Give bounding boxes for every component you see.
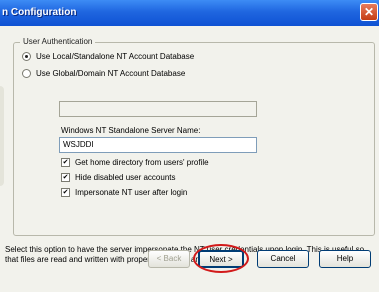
checkbox-home-directory[interactable]: ✔ Get home directory from users' profile: [61, 158, 209, 168]
help-button[interactable]: Help: [319, 250, 371, 268]
radio-local-database[interactable]: Use Local/Standalone NT Account Database: [22, 52, 195, 62]
checkbox-hide-disabled-label: Hide disabled user accounts: [75, 173, 176, 182]
radio-selected-icon: [22, 52, 31, 62]
highlight-circle: [193, 244, 249, 273]
window-title: n Configuration: [2, 7, 77, 18]
domain-name-field[interactable]: [59, 101, 257, 117]
left-edge-decoration: [0, 86, 4, 186]
checkbox-impersonate[interactable]: ✔ Impersonate NT user after login: [61, 188, 188, 198]
cancel-button[interactable]: Cancel: [257, 250, 309, 268]
back-button[interactable]: < Back: [148, 250, 190, 268]
checkbox-checked-icon: ✔: [61, 158, 70, 168]
server-name-input[interactable]: WSJDDI: [59, 137, 257, 153]
radio-unselected-icon: [22, 69, 31, 79]
group-legend: User Authentication: [20, 37, 96, 46]
server-name-label: Windows NT Standalone Server Name:: [61, 126, 201, 135]
user-authentication-group: User Authentication Use Local/Standalone…: [13, 37, 375, 236]
checkbox-hide-disabled[interactable]: ✔ Hide disabled user accounts: [61, 173, 176, 183]
checkbox-impersonate-label: Impersonate NT user after login: [75, 188, 188, 197]
radio-domain-label: Use Global/Domain NT Account Database: [36, 69, 186, 78]
checkbox-checked-icon: ✔: [61, 188, 70, 198]
close-icon[interactable]: ✕: [360, 3, 378, 21]
checkbox-checked-icon: ✔: [61, 173, 70, 183]
radio-domain-database[interactable]: Use Global/Domain NT Account Database: [22, 69, 186, 79]
radio-local-label: Use Local/Standalone NT Account Database: [36, 52, 195, 61]
checkbox-home-directory-label: Get home directory from users' profile: [75, 158, 209, 167]
title-bar: n Configuration ✕: [0, 0, 379, 26]
